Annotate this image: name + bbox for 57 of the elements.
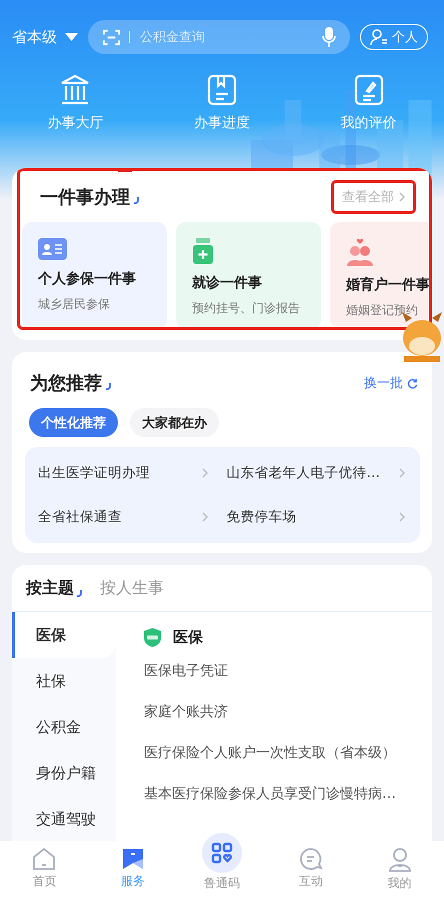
filter-chip[interactable]: 个性化推荐: [29, 408, 118, 437]
card-subtitle: 城乡居民参保: [38, 296, 110, 313]
service-card[interactable]: 个人参保一件事 城乡居民参保: [22, 222, 167, 329]
chat-icon: [298, 847, 323, 871]
section-title: 为您推荐: [30, 372, 102, 395]
microphone-icon[interactable]: [322, 27, 336, 47]
id-card-icon: [38, 238, 67, 260]
category-item[interactable]: 公积金: [12, 704, 116, 750]
quick-link-label: 办事进度: [194, 114, 250, 132]
user-icon: [388, 847, 411, 873]
category-item[interactable]: 医保: [12, 612, 116, 658]
card-title: 婚育户一件事: [346, 276, 430, 294]
chevron-icon: [202, 512, 208, 522]
search-bar[interactable]: 公积金查询: [88, 20, 350, 54]
card-title: 个人参保一件事: [38, 270, 136, 288]
bookmark-document-icon: [206, 74, 237, 106]
service-card[interactable]: 就诊一件事 预约挂号、门诊报告: [176, 222, 321, 329]
category-item[interactable]: 社保: [12, 658, 116, 704]
service-flag-icon: [121, 847, 146, 871]
title-accent-icon: [133, 197, 139, 204]
chevron-icon: [399, 468, 405, 478]
recommend-item[interactable]: 山东省老年人电子优待…: [222, 451, 420, 495]
shield-badge-icon: [144, 628, 161, 646]
search-field[interactable]: 公积金查询: [138, 28, 314, 46]
recommend-item[interactable]: 免费停车场: [222, 495, 420, 539]
recommend-item[interactable]: 出生医学证明办理: [25, 451, 222, 495]
edit-document-icon: [354, 74, 384, 106]
service-item[interactable]: 家庭个账共济: [144, 691, 432, 732]
topic-tab[interactable]: 按主题: [26, 578, 74, 598]
service-item[interactable]: 基本医疗保险参保人员享受门诊慢特病…: [144, 773, 432, 814]
category-item[interactable]: 身份户籍: [12, 750, 116, 796]
bank-icon: [60, 74, 90, 106]
title-accent-icon: [76, 590, 82, 597]
filter-chip[interactable]: 大家都在办: [130, 408, 219, 437]
user-switch-icon: [370, 28, 388, 46]
quick-link-label: 办事大厅: [47, 114, 104, 132]
section-title: 一件事办理: [40, 186, 130, 209]
chevron-icon: [399, 192, 405, 202]
category-title: 医保: [173, 628, 203, 646]
refresh-link[interactable]: 换一批: [364, 374, 403, 392]
code-grid-icon: [202, 833, 242, 873]
chevron-icon: [399, 512, 405, 522]
medicine-bottle-icon: [192, 238, 214, 264]
home-icon: [32, 847, 56, 871]
couple-icon: [346, 238, 374, 266]
category-item[interactable]: 交通驾驶: [12, 796, 116, 842]
quick-link-label: 我的评价: [340, 114, 397, 132]
recommend-item[interactable]: 全省社保通查: [25, 495, 222, 539]
card-title: 就诊一件事: [192, 274, 262, 292]
scan-icon: [102, 28, 121, 46]
refresh-icon: [407, 378, 418, 388]
card-subtitle: 预约挂号、门诊报告: [192, 300, 300, 317]
service-item[interactable]: 医保电子凭证: [144, 650, 432, 691]
chevron-icon: [202, 468, 208, 478]
service-item[interactable]: 医疗保险个人账户一次性支取（省本级）: [144, 732, 432, 773]
caret-icon: [65, 33, 78, 41]
title-accent-icon: [105, 383, 111, 390]
